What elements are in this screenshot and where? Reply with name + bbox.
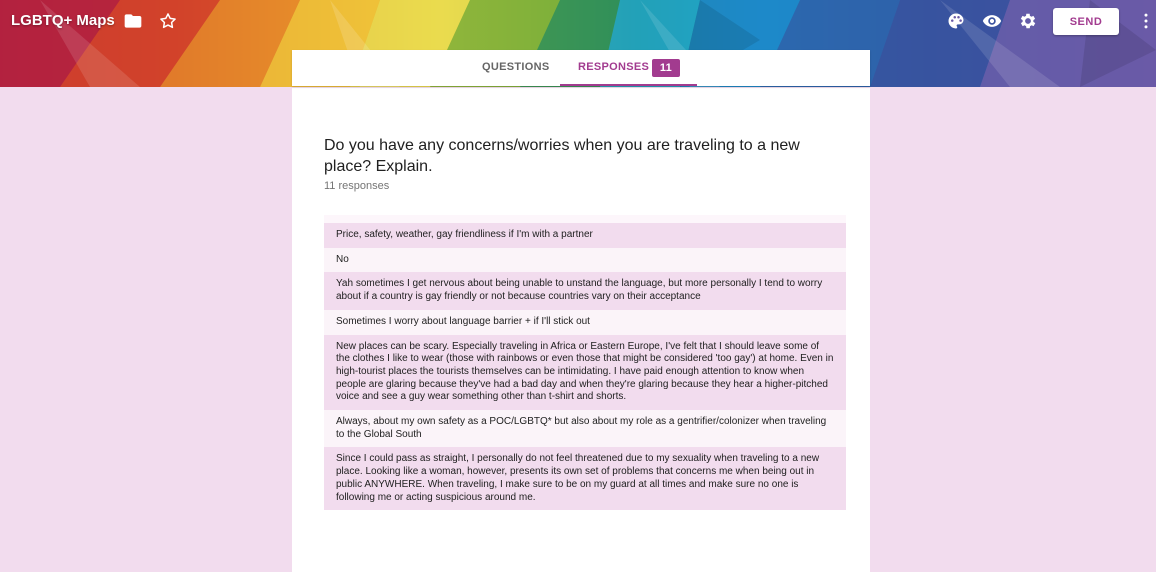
- form-tabs: QUESTIONS RESPONSES 11: [292, 50, 870, 86]
- tab-responses[interactable]: RESPONSES 11: [560, 50, 697, 86]
- send-button[interactable]: SEND: [1053, 8, 1119, 35]
- eye-icon[interactable]: [982, 11, 1002, 31]
- form-title[interactable]: LGBTQ+ Maps: [11, 12, 115, 29]
- response-item: Sometimes I worry about language barrier…: [324, 309, 846, 335]
- response-item: No: [324, 247, 846, 273]
- folder-icon[interactable]: [123, 11, 143, 31]
- responses-count-badge: 11: [652, 59, 680, 77]
- star-icon[interactable]: [158, 11, 178, 31]
- tab-questions[interactable]: QUESTIONS: [482, 50, 550, 86]
- response-count: 11 responses: [324, 180, 390, 192]
- response-item: New places can be scary. Especially trav…: [324, 334, 846, 411]
- responses-card: Do you have any concerns/worries when yo…: [292, 88, 870, 572]
- response-item: Price, safety, weather, gay friendliness…: [324, 223, 846, 248]
- tab-responses-label: RESPONSES: [578, 61, 650, 73]
- palette-icon[interactable]: [946, 11, 966, 31]
- response-item: Yah sometimes I get nervous about being …: [324, 272, 846, 310]
- gear-icon[interactable]: [1018, 11, 1038, 31]
- response-item: Always, about my own safety as a POC/LGB…: [324, 410, 846, 448]
- more-vert-icon[interactable]: [1136, 11, 1156, 31]
- question-title: Do you have any concerns/worries when yo…: [324, 137, 800, 175]
- response-item: Since I could pass as straight, I person…: [324, 447, 846, 511]
- response-list: Price, safety, weather, gay friendliness…: [324, 215, 846, 511]
